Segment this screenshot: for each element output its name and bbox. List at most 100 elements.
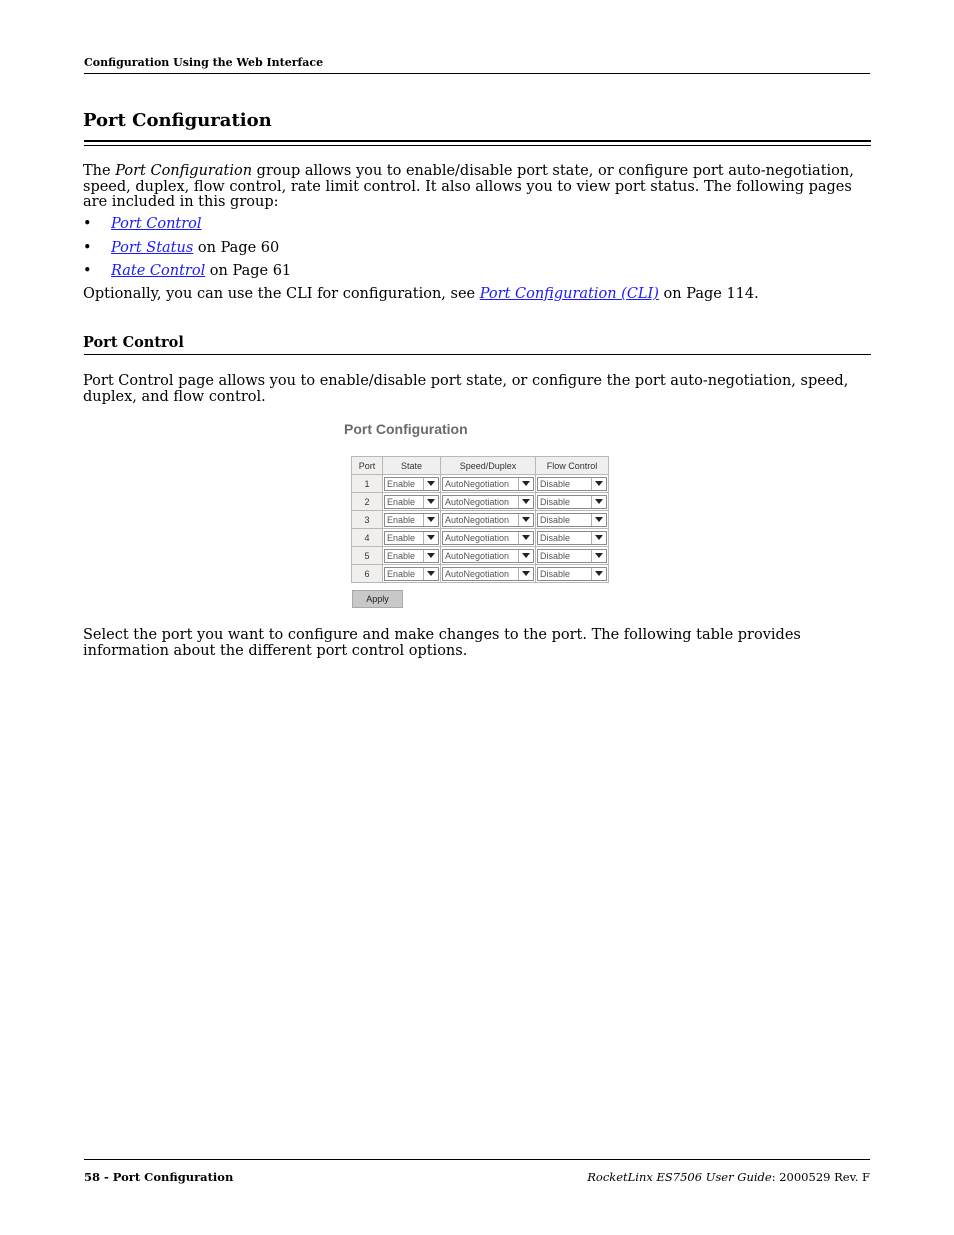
dropdown-arrow-icon[interactable] (518, 495, 533, 508)
state-select[interactable]: Enable (384, 566, 439, 581)
speed-duplex-select[interactable]: AutoNegotiation (442, 494, 534, 509)
dropdown-arrow-icon[interactable] (423, 495, 438, 508)
dropdown-arrow-icon[interactable] (518, 513, 533, 526)
state-select[interactable]: Enable (384, 512, 439, 527)
flow-control-select[interactable]: Disable (537, 548, 607, 563)
port-number: 2 (351, 492, 383, 511)
state-select[interactable]: Enable (384, 548, 439, 563)
link-rate-control[interactable]: Rate Control (111, 263, 205, 279)
cli-note-suffix: on Page 114. (658, 286, 759, 302)
speed-duplex-select-value: AutoNegotiation (445, 568, 510, 579)
flow-control-select-cell: Disable (535, 564, 609, 583)
speed-duplex-select[interactable]: AutoNegotiation (442, 530, 534, 545)
cli-note: Optionally, you can use the CLI for conf… (83, 286, 873, 303)
speed-duplex-select-value: AutoNegotiation (445, 532, 510, 543)
port-configuration-table: Port State Speed/Duplex Flow Control 1 En… (351, 456, 609, 583)
dropdown-arrow-icon[interactable] (518, 549, 533, 562)
speed-duplex-select-cell: AutoNegotiation (440, 492, 536, 511)
dropdown-arrow-icon[interactable] (591, 495, 606, 508)
port-number: 4 (351, 528, 383, 547)
table-row: 3 Enable AutoNegotiation Disable (351, 510, 609, 529)
state-select-cell: Enable (382, 564, 441, 583)
state-select-cell: Enable (382, 546, 441, 565)
dropdown-arrow-icon[interactable] (423, 477, 438, 490)
dropdown-arrow-icon[interactable] (591, 477, 606, 490)
section-title: Port Configuration (83, 110, 272, 131)
state-select-value: Enable (387, 514, 416, 525)
dropdown-arrow-icon[interactable] (423, 567, 438, 580)
port-number: 5 (351, 546, 383, 565)
flow-control-select-cell: Disable (535, 492, 609, 511)
dropdown-arrow-icon[interactable] (423, 513, 438, 526)
state-select-cell: Enable (382, 528, 441, 547)
link-port-status[interactable]: Port Status (111, 240, 193, 256)
bullet-icon: • (83, 240, 92, 256)
table-row: 5 Enable AutoNegotiation Disable (351, 546, 609, 565)
flow-control-select-cell: Disable (535, 474, 609, 493)
table-row: 6 Enable AutoNegotiation Disable (351, 564, 609, 583)
intro-italic: Port Configuration (115, 163, 253, 179)
state-select[interactable]: Enable (384, 476, 439, 491)
intro-prefix: The (83, 163, 116, 179)
speed-duplex-select-cell: AutoNegotiation (440, 474, 536, 493)
port-number: 3 (351, 510, 383, 529)
dropdown-arrow-icon[interactable] (591, 531, 606, 544)
table-header-row: Port State Speed/Duplex Flow Control (351, 456, 609, 475)
speed-duplex-select[interactable]: AutoNegotiation (442, 566, 534, 581)
intro-paragraph: The Port Configuration group allows you … (83, 163, 873, 211)
dropdown-arrow-icon[interactable] (518, 531, 533, 544)
speed-duplex-select[interactable]: AutoNegotiation (442, 548, 534, 563)
running-header: Configuration Using the Web Interface (84, 56, 324, 69)
speed-duplex-select[interactable]: AutoNegotiation (442, 512, 534, 527)
state-select-value: Enable (387, 532, 416, 543)
flow-control-select-cell: Disable (535, 528, 609, 547)
dropdown-arrow-icon[interactable] (591, 567, 606, 580)
flow-control-select[interactable]: Disable (537, 494, 607, 509)
flow-control-select-value: Disable (540, 550, 571, 561)
column-header-port: Port (351, 456, 383, 475)
column-header-flow-control: Flow Control (535, 456, 609, 475)
footer-doc-number: : 2000529 Rev. F (771, 1170, 870, 1184)
section-title-rule-thick (84, 140, 871, 142)
flow-control-select[interactable]: Disable (537, 512, 607, 527)
footer-page-label: 58 - Port Configuration (84, 1170, 234, 1184)
speed-duplex-select-cell: AutoNegotiation (440, 510, 536, 529)
table-row: 1 Enable AutoNegotiation Disable (351, 474, 609, 493)
flow-control-select[interactable]: Disable (537, 530, 607, 545)
flow-control-select-cell: Disable (535, 510, 609, 529)
table-row: 2 Enable AutoNegotiation Disable (351, 492, 609, 511)
speed-duplex-select-value: AutoNegotiation (445, 550, 510, 561)
flow-control-select-value: Disable (540, 478, 571, 489)
speed-duplex-select[interactable]: AutoNegotiation (442, 476, 534, 491)
dropdown-arrow-icon[interactable] (591, 513, 606, 526)
section-title-rule-thin (84, 145, 871, 146)
subsection-title: Port Control (83, 334, 184, 351)
bullet-icon: • (83, 216, 92, 232)
flow-control-select-value: Disable (540, 514, 571, 525)
state-select[interactable]: Enable (384, 494, 439, 509)
dropdown-arrow-icon[interactable] (591, 549, 606, 562)
state-select[interactable]: Enable (384, 530, 439, 545)
apply-button[interactable]: Apply (352, 590, 403, 608)
dropdown-arrow-icon[interactable] (423, 549, 438, 562)
state-select-cell: Enable (382, 492, 441, 511)
link-port-configuration-cli[interactable]: Port Configuration (CLI) (480, 286, 659, 302)
dropdown-arrow-icon[interactable] (423, 531, 438, 544)
speed-duplex-select-cell: AutoNegotiation (440, 564, 536, 583)
flow-control-select[interactable]: Disable (537, 566, 607, 581)
state-select-value: Enable (387, 478, 416, 489)
state-select-value: Enable (387, 550, 416, 561)
flow-control-select[interactable]: Disable (537, 476, 607, 491)
dropdown-arrow-icon[interactable] (518, 477, 533, 490)
column-header-speed-duplex: Speed/Duplex (440, 456, 536, 475)
figure-title: Port Configuration (344, 421, 468, 437)
dropdown-arrow-icon[interactable] (518, 567, 533, 580)
flow-control-select-value: Disable (540, 568, 571, 579)
port-number: 6 (351, 564, 383, 583)
port-number: 1 (351, 474, 383, 493)
flow-control-select-value: Disable (540, 496, 571, 507)
state-select-value: Enable (387, 568, 416, 579)
table-row: 4 Enable AutoNegotiation Disable (351, 528, 609, 547)
link-port-control[interactable]: Port Control (111, 216, 202, 232)
footer-doc-label: RocketLinx ES7506 User Guide: 2000529 Re… (587, 1170, 870, 1184)
